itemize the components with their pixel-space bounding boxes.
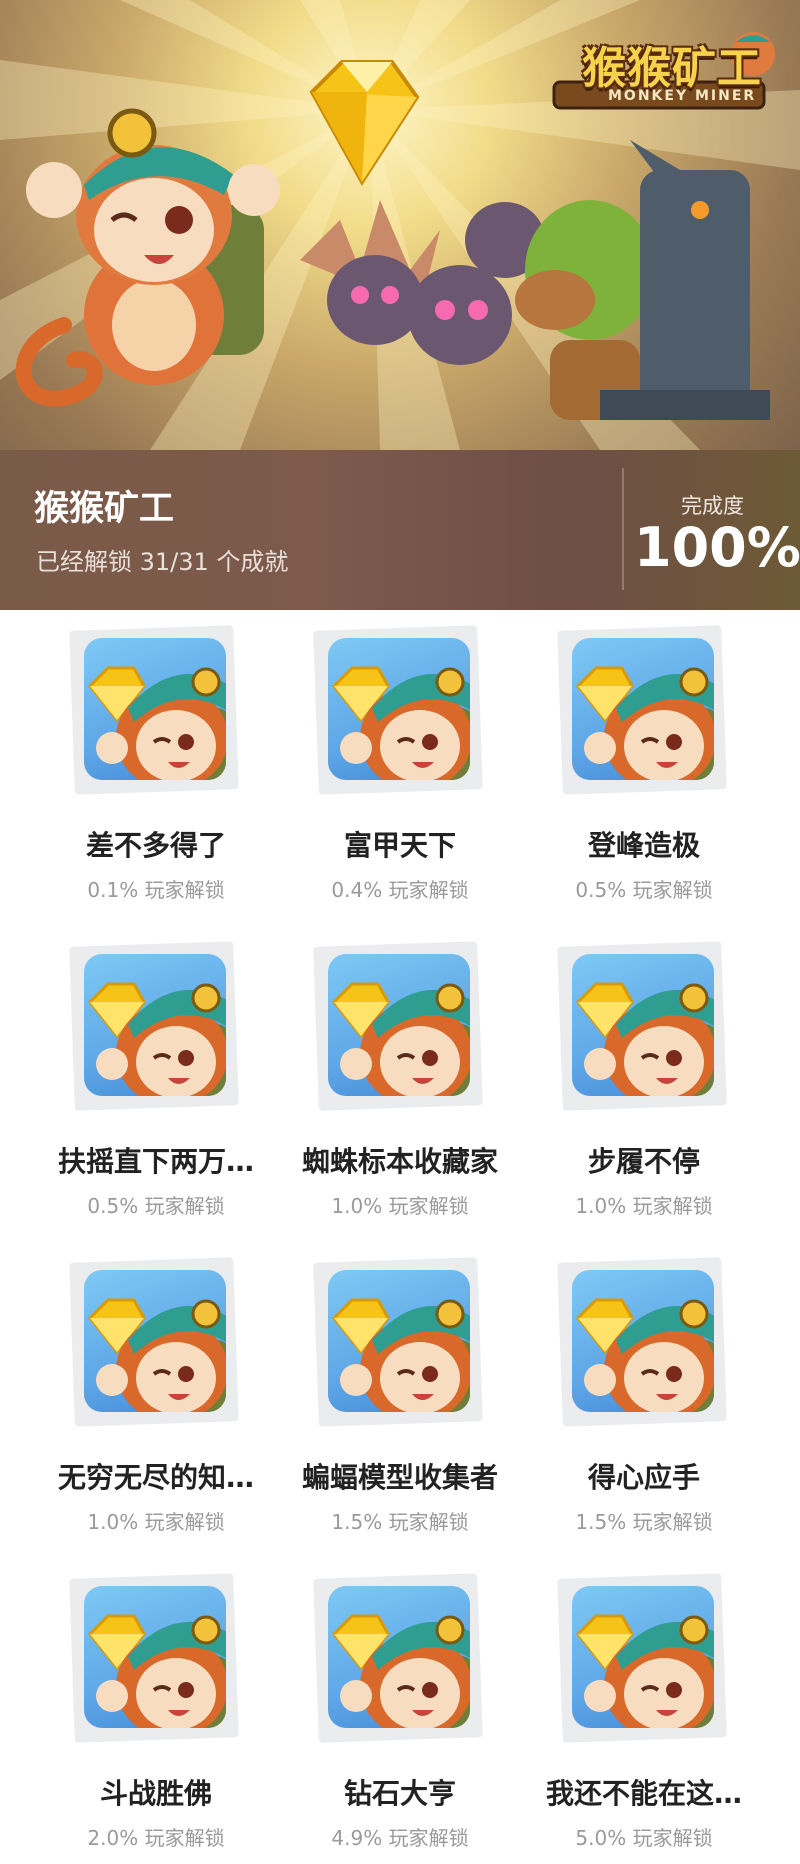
- achievement-unlock-rate: 4.9% 玩家解锁: [331, 1826, 469, 1850]
- achievement-icon-container: [69, 941, 239, 1111]
- monkey-miner-icon: [328, 1586, 470, 1728]
- monkey-miner-icon: [328, 638, 470, 780]
- achievement-card[interactable]: 富甲天下 0.4% 玩家解锁: [278, 610, 518, 910]
- logo-subtitle: MONKEY MINER: [608, 88, 757, 104]
- achievement-name: 无穷无尽的知…: [57, 1461, 254, 1494]
- achievement-name: 登峰造极: [587, 829, 700, 862]
- achievement-icon-container: [313, 1257, 483, 1427]
- game-title: 猴猴矿工: [34, 489, 175, 529]
- achievement-unlock-rate: 1.0% 玩家解锁: [87, 1510, 225, 1534]
- achievement-icon-container: [69, 625, 239, 795]
- unlocked-count: 已经解锁 31/31 个成就: [36, 548, 289, 576]
- achievement-unlock-rate: 1.5% 玩家解锁: [331, 1510, 469, 1534]
- achievement-name: 扶摇直下两万…: [57, 1145, 254, 1178]
- logo-title: 猴猴矿工: [582, 43, 762, 94]
- achievement-unlock-rate: 0.5% 玩家解锁: [575, 878, 713, 902]
- achievement-icon-container: [557, 1573, 727, 1743]
- achievement-name: 斗战胜佛: [99, 1777, 212, 1810]
- achievement-unlock-rate: 1.5% 玩家解锁: [575, 1510, 713, 1534]
- achievement-name: 得心应手: [587, 1461, 700, 1494]
- achievement-card[interactable]: 斗战胜佛 2.0% 玩家解锁: [34, 1558, 274, 1858]
- achievement-name: 钻石大亨: [343, 1777, 456, 1810]
- achievement-icon-container: [557, 625, 727, 795]
- achievement-unlock-rate: 1.0% 玩家解锁: [331, 1194, 469, 1218]
- achievement-icon-container: [557, 941, 727, 1111]
- achievement-name: 蜘蛛标本收藏家: [301, 1145, 498, 1178]
- achievement-icon-container: [69, 1257, 239, 1427]
- monkey-miner-icon: [572, 1270, 714, 1412]
- achievement-icon-container: [313, 941, 483, 1111]
- achievement-card[interactable]: 我还不能在这… 5.0% 玩家解锁: [522, 1558, 762, 1858]
- achievement-card[interactable]: 无穷无尽的知… 1.0% 玩家解锁: [34, 1242, 274, 1542]
- achievement-unlock-rate: 2.0% 玩家解锁: [87, 1826, 225, 1850]
- game-hero-banner: 猴猴矿工 MONKEY MINER 猴猴矿工 已经解锁 31/31 个成就 完成…: [0, 0, 800, 610]
- achievement-icon-container: [313, 625, 483, 795]
- achievement-icon-container: [313, 1573, 483, 1743]
- monkey-miner-icon: [84, 954, 226, 1096]
- game-logo: 猴猴矿工 MONKEY MINER: [548, 24, 780, 114]
- achievement-card[interactable]: 蝙蝠模型收集者 1.5% 玩家解锁: [278, 1242, 518, 1542]
- achievement-card[interactable]: 钻石大亨 4.9% 玩家解锁: [278, 1558, 518, 1858]
- divider: [622, 468, 624, 590]
- achievement-card[interactable]: 步履不停 1.0% 玩家解锁: [522, 926, 762, 1226]
- completion-value: 100%: [634, 516, 800, 579]
- achievement-card[interactable]: 差不多得了 0.1% 玩家解锁: [34, 610, 274, 910]
- achievement-name: 富甲天下: [343, 829, 456, 862]
- achievement-unlock-rate: 0.5% 玩家解锁: [87, 1194, 225, 1218]
- monkey-miner-icon: [328, 954, 470, 1096]
- monkey-miner-icon: [328, 1270, 470, 1412]
- achievement-card[interactable]: 得心应手 1.5% 玩家解锁: [522, 1242, 762, 1542]
- monkey-miner-icon: [572, 638, 714, 780]
- monkey-miner-icon: [84, 1586, 226, 1728]
- achievement-name: 蝙蝠模型收集者: [301, 1461, 498, 1494]
- achievement-card[interactable]: 蜘蛛标本收藏家 1.0% 玩家解锁: [278, 926, 518, 1226]
- achievement-name: 差不多得了: [85, 829, 226, 862]
- achievement-unlock-rate: 5.0% 玩家解锁: [575, 1826, 713, 1850]
- achievement-icon-container: [557, 1257, 727, 1427]
- achievement-icon-container: [69, 1573, 239, 1743]
- monkey-miner-icon: [572, 1586, 714, 1728]
- achievement-name: 我还不能在这…: [545, 1777, 742, 1810]
- monkey-miner-icon: [84, 638, 226, 780]
- monkey-miner-character: [15, 108, 280, 407]
- monkey-miner-icon: [84, 1270, 226, 1412]
- achievement-card[interactable]: 登峰造极 0.5% 玩家解锁: [522, 610, 762, 910]
- achievement-unlock-rate: 0.4% 玩家解锁: [331, 878, 469, 902]
- achievement-unlock-rate: 0.1% 玩家解锁: [87, 878, 225, 902]
- achievement-card[interactable]: 扶摇直下两万… 0.5% 玩家解锁: [34, 926, 274, 1226]
- achievement-name: 步履不停: [587, 1145, 700, 1178]
- monster-group-illustration: [300, 140, 770, 420]
- game-summary-bar: 猴猴矿工 已经解锁 31/31 个成就 完成度 100%: [0, 450, 800, 610]
- achievement-unlock-rate: 1.0% 玩家解锁: [575, 1194, 713, 1218]
- monkey-miner-icon: [572, 954, 714, 1096]
